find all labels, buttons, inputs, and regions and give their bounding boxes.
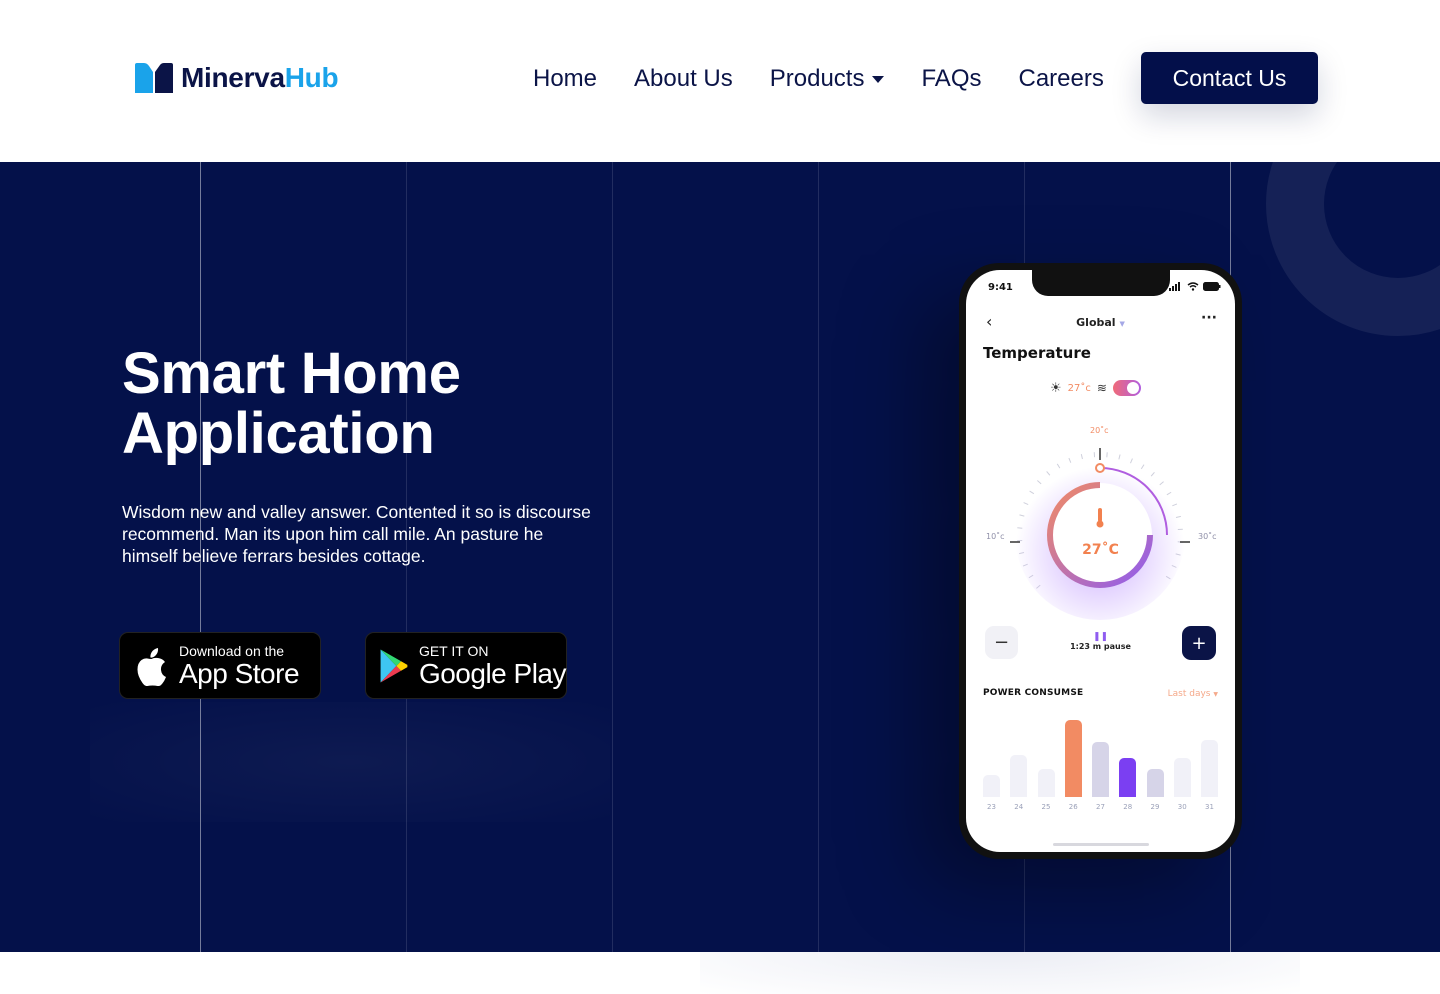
google-play-small-label: GET IT ON (418, 642, 489, 659)
wifi-icon (1187, 282, 1199, 291)
range-selector[interactable]: Last days ▼ (1168, 689, 1218, 699)
hero-title-line-2: Application (122, 401, 435, 466)
pause-label: 1:23 m pause (1070, 642, 1131, 651)
google-play-big-label: Google Play (418, 657, 567, 689)
increase-button[interactable]: + (1182, 626, 1216, 660)
caret-down-icon: ▼ (1119, 320, 1125, 328)
location-selector[interactable]: Global ▼ (966, 316, 1235, 329)
battery-icon (1203, 282, 1221, 291)
power-consume-title: POWER CONSUMSE (983, 688, 1084, 698)
logo[interactable]: MinervaHub (135, 62, 339, 94)
power-chart (983, 710, 1218, 797)
decorative-shadow (700, 952, 1300, 994)
range-label: Last days (1167, 689, 1211, 699)
more-options-icon[interactable]: ··· (1201, 310, 1217, 326)
main-nav: Home About Us Products FAQs Careers (533, 62, 1141, 96)
chart-bar[interactable] (1201, 740, 1218, 797)
app-store-small-label: Download on the (179, 642, 285, 659)
chart-day-label: 25 (1041, 803, 1051, 811)
power-toggle[interactable] (1112, 380, 1141, 396)
chart-bar[interactable] (983, 775, 1000, 797)
site-header: MinervaHub Home About Us Products FAQs C… (0, 0, 1440, 162)
chart-day-label: 26 (1068, 803, 1078, 811)
phone-mockup: 9:41 ‹ Global ▼ ··· Temperature ☀ 27˚c ≋ (959, 263, 1242, 859)
logo-text-accent: Hub (284, 62, 339, 93)
signal-icon (1169, 282, 1181, 291)
phone-notch (1032, 270, 1170, 296)
chart-day-label: 23 (987, 803, 996, 811)
nav-careers[interactable]: Careers (1018, 65, 1103, 93)
app-store-text: Download on the App Store (179, 642, 300, 689)
chart-bar[interactable] (1037, 769, 1055, 797)
home-indicator (1053, 843, 1149, 846)
nav-faqs[interactable]: FAQs (921, 65, 981, 93)
dial-current-temp: 27˚C (1082, 542, 1119, 558)
dial-left-label: 10˚c (986, 532, 1005, 541)
nav-about-us[interactable]: About Us (634, 65, 733, 93)
contact-us-button[interactable]: Contact Us (1141, 52, 1318, 104)
dial-handle[interactable] (1095, 463, 1105, 473)
google-play-icon (380, 648, 408, 683)
chart-bar[interactable] (1173, 758, 1191, 797)
nav-products-label: Products (769, 65, 865, 92)
hero-title: Smart Home Application (122, 344, 461, 464)
chart-day-label: 30 (1177, 803, 1187, 811)
hero-description: Wisdom new and valley answer. Contented … (122, 502, 591, 566)
google-play-button[interactable]: GET IT ON Google Play (365, 632, 567, 699)
apple-icon (137, 647, 166, 686)
phone-screen: 9:41 ‹ Global ▼ ··· Temperature ☀ 27˚c ≋ (966, 270, 1235, 852)
hero-title-line-1: Smart Home (122, 341, 461, 406)
temperature-title: Temperature (983, 344, 1091, 362)
chart-day-label: 24 (1014, 803, 1024, 811)
app-store-button[interactable]: Download on the App Store (119, 632, 321, 699)
app-store-big-label: App Store (179, 657, 300, 689)
sun-icon: ☀ (1050, 380, 1062, 396)
caret-down-icon: ▼ (1213, 691, 1218, 698)
hero-section: Smart Home Application Wisdom new and va… (0, 162, 1440, 952)
mode-temp: 27˚c (1067, 382, 1091, 394)
thermometer-icon (1098, 508, 1102, 522)
dial-top-label: 20˚c (1090, 426, 1109, 435)
google-play-text: GET IT ON Google Play (418, 642, 567, 689)
nav-home[interactable]: Home (533, 65, 597, 93)
logo-text: MinervaHub (181, 62, 339, 94)
decorative-ring (1266, 162, 1440, 336)
decorative-glow (90, 702, 610, 822)
status-icons (1169, 282, 1221, 294)
mode-row: ☀ 27˚c ≋ (1050, 380, 1141, 396)
chart-bar[interactable] (1010, 755, 1028, 797)
logo-text-primary: Minerva (181, 62, 285, 93)
chart-bar[interactable] (1064, 720, 1082, 797)
chart-day-label: 29 (1150, 803, 1160, 811)
nav-products[interactable]: Products (770, 65, 885, 93)
chart-day-label: 28 (1123, 803, 1133, 811)
chart-bar[interactable] (1092, 742, 1109, 797)
chart-day-label: 31 (1205, 803, 1214, 811)
chart-day-labels: 23 24 25 26 27 28 29 30 31 (983, 803, 1218, 811)
chart-day-label: 27 (1096, 803, 1105, 811)
wind-icon: ≋ (1096, 381, 1107, 395)
chart-bar[interactable] (1119, 758, 1137, 797)
grid-line (818, 162, 819, 952)
status-time: 9:41 (988, 282, 1013, 293)
dial-right-label: 30˚c (1198, 532, 1217, 541)
grid-line (612, 162, 613, 952)
logo-mark-icon (135, 63, 173, 93)
chart-bar[interactable] (1146, 769, 1164, 797)
thermostat-dial[interactable] (980, 420, 1230, 640)
location-label: Global (1076, 316, 1116, 329)
caret-down-icon (872, 75, 885, 83)
